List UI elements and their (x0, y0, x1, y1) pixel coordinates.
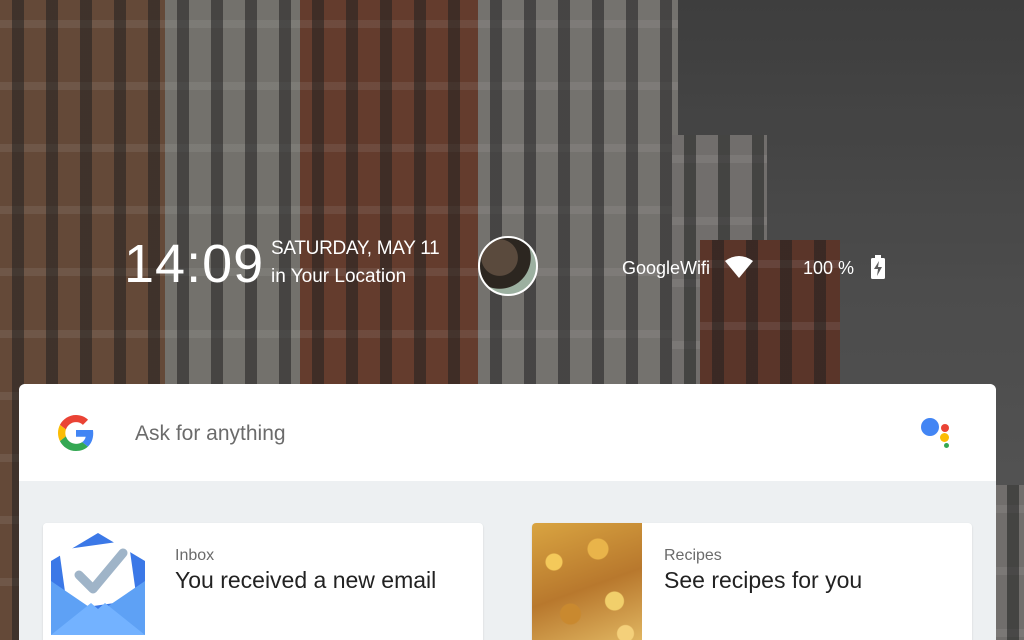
search-input[interactable] (133, 416, 857, 452)
battery-percentage: 100 % (803, 258, 855, 278)
google-assistant-icon[interactable] (921, 418, 953, 448)
google-g-logo-icon (58, 415, 94, 451)
wifi-name: GoogleWifi (622, 258, 711, 278)
wifi-icon (725, 256, 753, 278)
avatar[interactable] (478, 236, 538, 296)
inbox-card[interactable]: Inbox You received a new email (43, 523, 483, 640)
google-feed-panel: Inbox You received a new email Recipes S… (19, 384, 996, 640)
location-label: in Your Location (271, 266, 407, 287)
search-bar[interactable] (19, 384, 996, 481)
card-source-label: Recipes (664, 547, 722, 564)
inbox-icon (43, 523, 153, 640)
recipe-image (532, 523, 642, 640)
card-source-label: Inbox (175, 547, 215, 564)
date-label: SATURDAY, MAY 11 (271, 238, 440, 259)
battery-charging-icon (871, 255, 885, 279)
card-title: You received a new email (175, 567, 437, 593)
date-location-block: SATURDAY, MAY 11 in Your Location (271, 238, 440, 288)
clock-time: 14:09 (124, 234, 265, 294)
card-title: See recipes for you (664, 567, 863, 593)
recipes-card[interactable]: Recipes See recipes for you (532, 523, 972, 640)
